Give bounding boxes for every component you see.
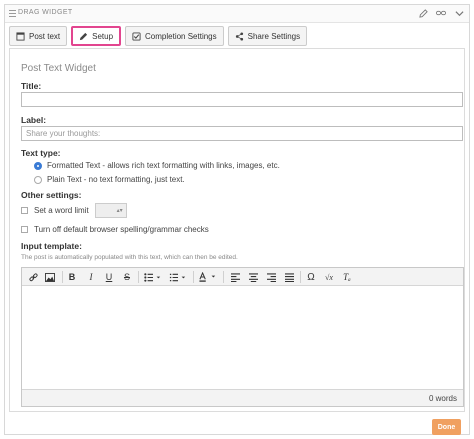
bullet-list-icon[interactable] <box>143 270 163 284</box>
input-template-hint: The post is automatically populated with… <box>21 254 238 261</box>
font-color-icon[interactable] <box>198 270 218 284</box>
drag-handle-icon[interactable] <box>9 10 16 17</box>
word-limit-input[interactable]: ▴▾ <box>94 203 127 218</box>
word-limit-checkbox[interactable] <box>21 207 28 214</box>
word-count: 0 words <box>428 394 457 403</box>
label-label: Label: <box>21 115 47 125</box>
rich-text-editor: B I U S Ω √x Tₐ 0 words <box>21 267 464 407</box>
label-input[interactable]: Share your thoughts: <box>21 126 463 141</box>
link-icon[interactable] <box>435 7 447 19</box>
formula-icon[interactable]: √x <box>323 270 335 284</box>
align-right-icon[interactable] <box>265 270 277 284</box>
tab-label: Setup <box>92 31 114 41</box>
collapse-icon[interactable] <box>453 7 465 19</box>
toolbar-separator <box>138 271 139 283</box>
edit-icon[interactable] <box>417 7 429 19</box>
italic-icon[interactable]: I <box>86 270 96 284</box>
tab-label: Share Settings <box>247 31 301 41</box>
align-left-icon[interactable] <box>229 270 241 284</box>
done-button[interactable]: Done <box>432 419 461 435</box>
underline-icon[interactable]: U <box>104 270 114 284</box>
tab-share-settings[interactable]: Share Settings <box>227 26 308 46</box>
widget-title: DRAG WIDGET <box>18 9 73 16</box>
tab-label: Post text <box>29 31 61 41</box>
toolbar-separator <box>193 271 194 283</box>
radio-label: Formatted Text - allows rich text format… <box>47 161 280 170</box>
post-icon <box>16 31 25 41</box>
word-limit-label: Set a word limit <box>34 206 89 215</box>
numbered-list-icon[interactable] <box>168 270 188 284</box>
word-limit-row: Set a word limit ▴▾ <box>21 203 127 218</box>
radio-button[interactable] <box>34 161 42 170</box>
title-label: Title: <box>21 81 42 91</box>
toolbar-separator <box>62 271 63 283</box>
text-type-label: Text type: <box>21 148 61 158</box>
tab-completion-settings[interactable]: Completion Settings <box>125 26 224 46</box>
tab-bar: Post text Setup Completion Settings Shar… <box>9 26 308 46</box>
clear-format-icon[interactable]: Tₐ <box>341 270 353 284</box>
strikethrough-icon[interactable]: S <box>122 270 132 284</box>
title-input[interactable] <box>21 92 463 107</box>
omega-icon[interactable]: Ω <box>305 270 317 284</box>
align-center-icon[interactable] <box>247 270 259 284</box>
toolbar-separator <box>223 271 224 283</box>
input-template-label: Input template: <box>21 241 82 251</box>
widget-tools <box>417 7 465 19</box>
widget-titlebar: DRAG WIDGET <box>5 5 469 23</box>
section-title: Post Text Widget <box>21 63 96 74</box>
radio-plain-text[interactable]: Plain Text - no text formatting, just te… <box>34 175 185 184</box>
spellcheck-checkbox[interactable] <box>21 226 28 233</box>
link-icon[interactable] <box>27 270 39 284</box>
editor-statusbar: 0 words <box>22 389 463 406</box>
setup-panel: Post Text Widget Title: Label: Share you… <box>9 48 465 412</box>
drag-widget: DRAG WIDGET Post text Setup Completion S… <box>4 4 470 435</box>
align-justify-icon[interactable] <box>283 270 295 284</box>
spellcheck-row: Turn off default browser spelling/gramma… <box>21 225 209 234</box>
toolbar-separator <box>300 271 301 283</box>
radio-button[interactable] <box>34 175 42 184</box>
bold-icon[interactable]: B <box>67 270 77 284</box>
tab-setup[interactable]: Setup <box>71 26 122 46</box>
spellcheck-label: Turn off default browser spelling/gramma… <box>34 225 209 234</box>
other-settings-label: Other settings: <box>21 190 82 200</box>
tab-label: Completion Settings <box>145 31 217 41</box>
editor-toolbar: B I U S Ω √x Tₐ <box>22 268 463 286</box>
image-icon[interactable] <box>44 270 56 284</box>
editor-content-area[interactable] <box>22 286 463 389</box>
stepper-icon: ▴▾ <box>116 208 123 214</box>
radio-label: Plain Text - no text formatting, just te… <box>47 175 185 184</box>
checkbox-icon <box>132 31 141 41</box>
radio-formatted-text[interactable]: Formatted Text - allows rich text format… <box>34 161 280 170</box>
tab-post-text[interactable]: Post text <box>9 26 68 46</box>
pencil-icon <box>80 32 88 40</box>
share-icon <box>235 31 243 41</box>
